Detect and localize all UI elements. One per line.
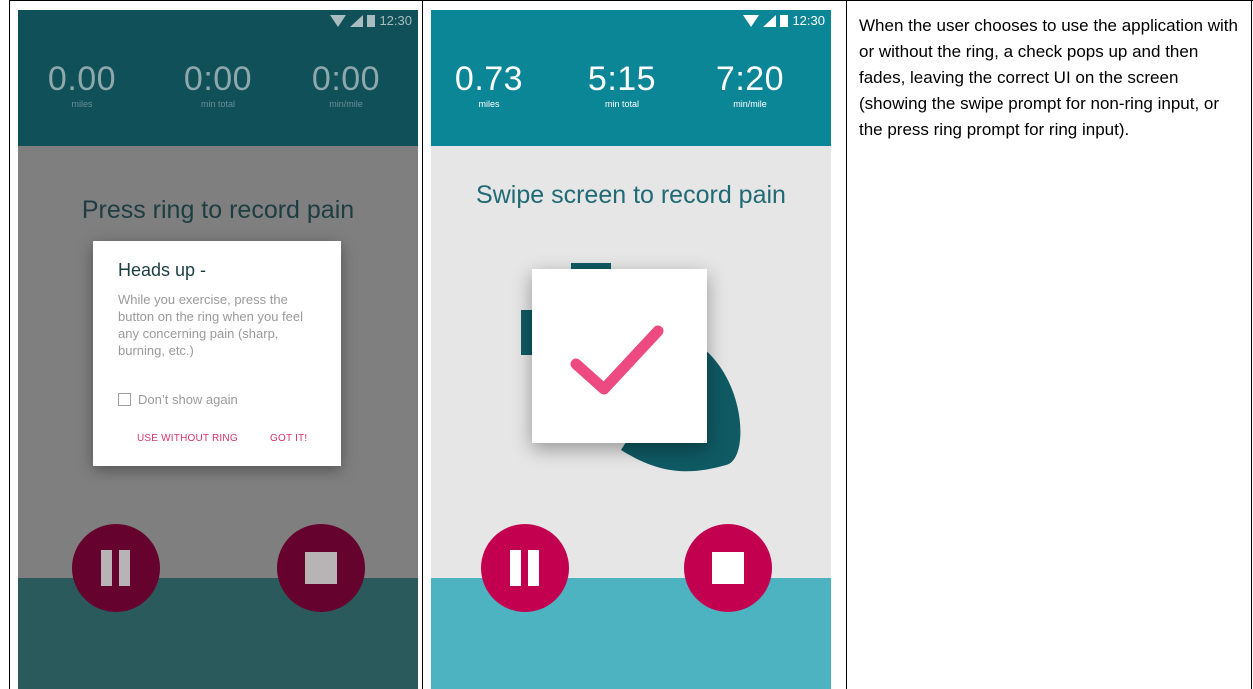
table-border-top (9, 0, 1253, 1)
stop-icon (712, 552, 744, 584)
stat-value: 7:20 (715, 60, 785, 98)
stat-label: min/mile (733, 99, 767, 109)
phone-screen-ring-mode: 12:30 0.00 miles 0:00 min total 0:00 min… (18, 10, 418, 689)
status-bar: 12:30 (431, 10, 831, 32)
phone-screen-swipe-mode: 12:30 0.73 miles 5:15 min total 7:20 min… (431, 10, 831, 689)
stats-header: 0.00 miles 0:00 min total 0:00 min/mile (18, 32, 418, 146)
record-pain-prompt: Swipe screen to record pain (476, 181, 786, 209)
stat-min-per-mile: 0:00 min/mile (291, 60, 401, 109)
heads-up-dialog: Heads up - While you exercise, press the… (93, 241, 341, 466)
dont-show-again-checkbox[interactable]: Don’t show again (118, 392, 238, 407)
stat-value: 0.73 (454, 60, 524, 98)
stat-value: 0:00 (183, 60, 253, 98)
stat-label: miles (478, 99, 500, 109)
table-border-divider-2 (846, 0, 847, 689)
stat-label: min/mile (329, 99, 363, 109)
dialog-title: Heads up - (118, 260, 207, 280)
pause-button[interactable] (481, 524, 569, 612)
stat-label: min total (200, 99, 235, 109)
stat-value: 0:00 (311, 60, 381, 98)
checkbox-label: Don’t show again (138, 392, 238, 407)
signal-icon (350, 14, 364, 27)
stat-value: 0.00 (47, 60, 117, 98)
stop-button[interactable] (277, 524, 365, 612)
battery-icon (780, 15, 789, 27)
table-border-left (9, 0, 10, 689)
table-border-right (1251, 0, 1252, 689)
status-time: 12:30 (792, 13, 825, 28)
stat-min-total: 5:15 min total (567, 60, 677, 109)
checkbox-icon (118, 393, 131, 406)
dialog-body: While you exercise, press the button on … (118, 292, 304, 358)
description-text: When the user chooses to use the applica… (859, 16, 1238, 139)
stat-min-per-mile: 7:20 min/mile (695, 60, 805, 109)
wifi-icon (743, 14, 760, 27)
stop-button[interactable] (684, 524, 772, 612)
stat-label: miles (71, 99, 93, 109)
checkmark-icon (570, 325, 664, 395)
record-pain-prompt: Press ring to record pain (81, 196, 355, 224)
confirmation-card (532, 269, 707, 443)
signal-icon (763, 14, 777, 27)
stat-label: min total (604, 99, 639, 109)
status-time: 12:30 (379, 13, 412, 28)
wifi-icon (330, 14, 347, 27)
bottom-panel (18, 578, 418, 689)
table-border-divider-1 (422, 0, 423, 689)
status-bar: 12:30 (18, 10, 418, 32)
stat-value: 5:15 (587, 60, 657, 98)
stat-miles: 0.00 miles (27, 60, 137, 109)
use-without-ring-button[interactable]: USE WITHOUT RING (137, 433, 238, 444)
battery-icon (367, 15, 376, 27)
got-it-button[interactable]: GOT IT! (270, 433, 307, 444)
pause-button[interactable] (72, 524, 160, 612)
stats-header: 0.73 miles 5:15 min total 7:20 min/mile (431, 32, 831, 146)
stat-min-total: 0:00 min total (163, 60, 273, 109)
stop-icon (305, 552, 337, 584)
stat-miles: 0.73 miles (434, 60, 544, 109)
